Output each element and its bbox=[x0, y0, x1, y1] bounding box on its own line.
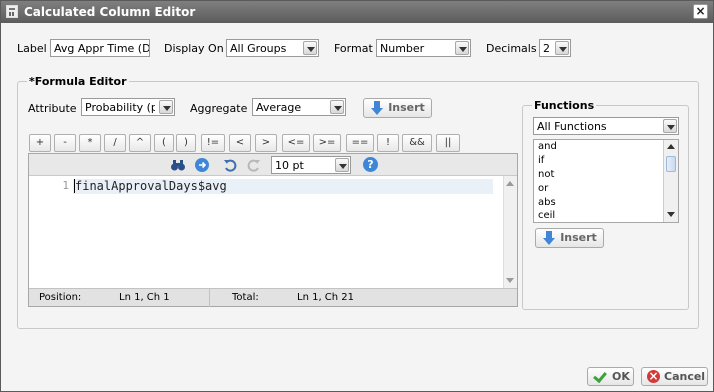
operator-plus-button[interactable]: + bbox=[29, 134, 51, 152]
attribute-value: Probability (pro bbox=[85, 101, 155, 114]
formula-code-editor: 10 pt ? 1 finalApprovalDays$avg Position… bbox=[28, 153, 518, 307]
attribute-select[interactable]: Probability (pro bbox=[81, 98, 175, 116]
operator-greater-equal-button[interactable]: >= bbox=[313, 134, 341, 152]
total-caption: Total: bbox=[232, 292, 259, 303]
function-item[interactable]: ceil bbox=[538, 210, 555, 221]
display-on-select[interactable]: All Groups bbox=[226, 39, 319, 57]
font-size-value: 10 pt bbox=[275, 159, 304, 172]
ok-label: OK bbox=[612, 370, 630, 383]
cancel-button[interactable]: Cancel bbox=[641, 367, 708, 386]
formula-editor-title: *Formula Editor bbox=[27, 75, 129, 88]
functions-list: and if not or abs ceil bbox=[533, 139, 679, 223]
aggregate-caption: Aggregate bbox=[190, 102, 248, 115]
scroll-up-icon[interactable] bbox=[666, 142, 676, 152]
decimals-select[interactable]: 2 bbox=[539, 39, 571, 57]
title-bar: Calculated Column Editor × bbox=[1, 1, 713, 23]
operator-not-equal-button[interactable]: != bbox=[201, 134, 225, 152]
decimals-caption: Decimals bbox=[486, 42, 537, 55]
aggregate-select[interactable]: Average bbox=[252, 98, 346, 116]
font-size-select[interactable]: 10 pt bbox=[271, 156, 351, 174]
position-value: Ln 1, Ch 1 bbox=[119, 292, 170, 303]
operator-power-button[interactable]: ^ bbox=[129, 134, 151, 152]
cancel-label: Cancel bbox=[664, 370, 706, 383]
line-number: 1 bbox=[62, 179, 69, 192]
format-caption: Format bbox=[334, 42, 373, 55]
display-on-caption: Display On bbox=[164, 42, 224, 55]
label-input[interactable]: Avg Appr Time (Days) bbox=[50, 39, 150, 57]
chevron-down-icon[interactable] bbox=[555, 41, 569, 55]
dialog-title: Calculated Column Editor bbox=[24, 5, 196, 19]
operator-open-paren-button[interactable]: ( bbox=[154, 134, 174, 152]
function-item[interactable]: abs bbox=[538, 197, 556, 208]
operator-less-equal-button[interactable]: <= bbox=[282, 134, 310, 152]
format-value: Number bbox=[380, 42, 425, 55]
cancel-icon bbox=[647, 368, 660, 385]
attribute-caption: Attribute bbox=[28, 102, 77, 115]
label-caption: Label bbox=[17, 42, 47, 55]
scroll-down-icon[interactable] bbox=[666, 210, 676, 220]
functions-scrollbar[interactable] bbox=[663, 140, 678, 222]
chevron-down-icon[interactable] bbox=[303, 41, 317, 55]
redo-icon[interactable] bbox=[246, 157, 262, 173]
code-area[interactable]: 1 finalApprovalDays$avg bbox=[29, 176, 503, 288]
calculated-column-editor-dialog: Calculated Column Editor × Label Avg App… bbox=[0, 0, 714, 392]
chevron-down-icon[interactable] bbox=[455, 41, 469, 55]
editor-status-bar: Position: Ln 1, Ch 1 Total: Ln 1, Ch 21 bbox=[29, 288, 517, 307]
checkmark-icon bbox=[593, 370, 607, 382]
help-icon[interactable]: ? bbox=[363, 157, 378, 172]
scroll-up-icon[interactable] bbox=[505, 178, 516, 189]
chevron-down-icon[interactable] bbox=[335, 158, 349, 172]
editor-scrollbar[interactable] bbox=[503, 176, 517, 288]
calculator-icon bbox=[6, 5, 18, 18]
display-on-value: All Groups bbox=[230, 42, 287, 55]
close-icon[interactable]: × bbox=[693, 4, 708, 19]
functions-title: Functions bbox=[532, 99, 597, 112]
status-divider bbox=[209, 289, 210, 307]
decimals-value: 2 bbox=[543, 42, 550, 55]
function-item[interactable]: if bbox=[538, 155, 544, 166]
undo-icon[interactable] bbox=[222, 157, 238, 173]
chevron-down-icon[interactable] bbox=[663, 119, 677, 133]
functions-filter-select[interactable]: All Functions bbox=[533, 117, 679, 135]
operator-divide-button[interactable]: / bbox=[104, 134, 126, 152]
operator-close-paren-button[interactable]: ) bbox=[176, 134, 196, 152]
chevron-down-icon[interactable] bbox=[159, 100, 173, 114]
goto-line-icon[interactable] bbox=[194, 157, 210, 173]
total-value: Ln 1, Ch 21 bbox=[297, 292, 355, 303]
operator-minus-button[interactable]: - bbox=[54, 134, 76, 152]
function-item[interactable]: not bbox=[538, 169, 554, 180]
operator-multiply-button[interactable]: * bbox=[79, 134, 101, 152]
binoculars-icon[interactable] bbox=[170, 157, 186, 173]
function-item[interactable]: and bbox=[538, 141, 557, 152]
formula-code[interactable]: finalApprovalDays$avg bbox=[75, 179, 227, 193]
scroll-thumb[interactable] bbox=[666, 156, 676, 172]
scroll-down-icon[interactable] bbox=[505, 275, 516, 286]
aggregate-value: Average bbox=[256, 101, 302, 114]
operator-and-button[interactable]: && bbox=[402, 134, 432, 152]
format-select[interactable]: Number bbox=[376, 39, 471, 57]
operator-or-button[interactable]: || bbox=[436, 134, 460, 152]
attribute-insert-button[interactable]: Insert bbox=[363, 98, 432, 118]
insert-arrow-icon bbox=[543, 231, 555, 245]
operator-equals-button[interactable]: == bbox=[346, 134, 374, 152]
operator-greater-than-button[interactable]: > bbox=[255, 134, 277, 152]
insert-arrow-icon bbox=[371, 101, 383, 115]
operator-not-button[interactable]: ! bbox=[377, 134, 399, 152]
functions-filter-value: All Functions bbox=[537, 120, 607, 133]
position-caption: Position: bbox=[39, 292, 82, 303]
editor-toolbar: 10 pt ? bbox=[29, 154, 517, 176]
function-insert-button[interactable]: Insert bbox=[535, 228, 604, 248]
ok-button[interactable]: OK bbox=[587, 367, 634, 386]
function-item[interactable]: or bbox=[538, 183, 548, 194]
operator-less-than-button[interactable]: < bbox=[229, 134, 251, 152]
chevron-down-icon[interactable] bbox=[330, 100, 344, 114]
